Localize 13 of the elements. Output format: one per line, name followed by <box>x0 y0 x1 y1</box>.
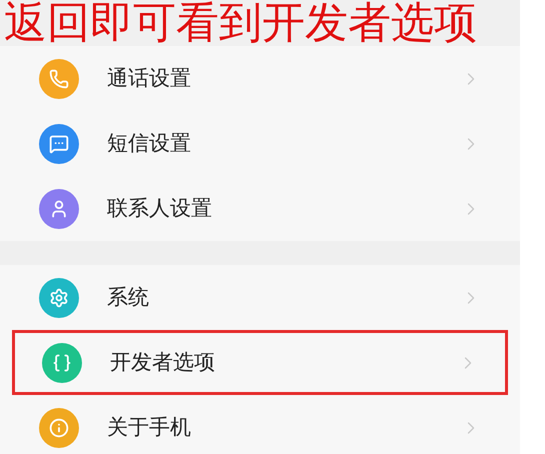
settings-item[interactable]: 开发者选项 <box>18 333 502 392</box>
settings-item[interactable]: 联系人设置 <box>15 176 505 241</box>
caption: 返回即可看到开发者选项 <box>0 0 520 46</box>
settings-item[interactable]: 通话设置 <box>15 46 505 111</box>
settings-item[interactable]: 系统 <box>15 265 505 330</box>
settings-item[interactable]: 短信设置 <box>15 111 505 176</box>
item-label: 通话设置 <box>107 64 192 92</box>
settings-item[interactable]: 关于手机 <box>15 395 505 454</box>
item-label: 开发者选项 <box>110 348 216 376</box>
item-label: 系统 <box>107 284 150 311</box>
item-label: 关于手机 <box>107 414 192 441</box>
item-label: 联系人设置 <box>107 194 213 222</box>
item-label: 短信设置 <box>107 130 192 157</box>
